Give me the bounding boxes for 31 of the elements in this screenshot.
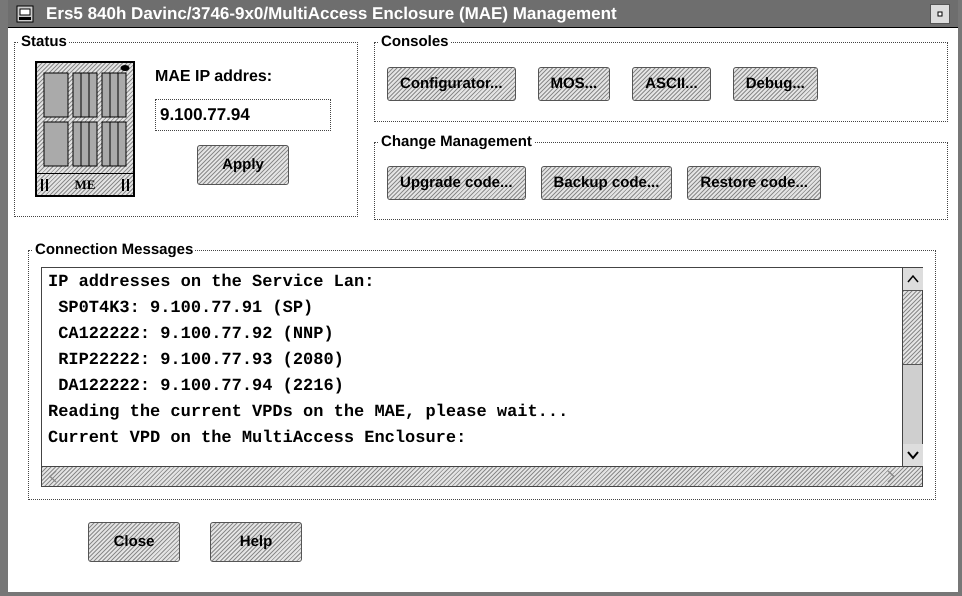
window-title: Ers5 840h Davinc/3746-9x0/MultiAccess Enclosure (MAE) Management — [46, 2, 618, 25]
change-button[interactable]: Upgrade code... — [387, 166, 526, 200]
message-line: Current VPD on the MultiAccess Enclosure: — [48, 428, 468, 450]
vertical-scrollbar[interactable] — [902, 268, 922, 466]
latch-icon — [41, 178, 48, 190]
group-title: Change Management — [379, 132, 534, 152]
message-line: RIP22222: 9.100.77.93 (2080) — [57, 350, 345, 372]
message-line: CA122222: 9.100.77.92 (NNP) — [57, 324, 335, 346]
maximize-icon[interactable] — [930, 4, 950, 24]
message-line: SP0T4K3: 9.100.77.91 (SP) — [57, 298, 314, 320]
ip-field[interactable]: 9.100.77.94 — [155, 99, 331, 131]
latch-icon — [122, 178, 129, 190]
console-button[interactable]: Debug... — [732, 67, 818, 101]
scroll-up-icon[interactable] — [903, 268, 923, 290]
change-button[interactable]: Backup code... — [540, 166, 672, 200]
console-button[interactable]: Configurator... — [387, 67, 516, 101]
system-menu-icon[interactable] — [16, 4, 34, 22]
message-line: IP addresses on the Service Lan: — [48, 272, 376, 294]
ip-label: MAE IP addres: — [155, 67, 272, 87]
device-label: ME — [74, 176, 96, 194]
console-button[interactable]: MOS... — [538, 67, 610, 101]
group-title: Connection Messages — [33, 240, 196, 260]
message-line: Reading the current VPDs on the MAE, please wait... — [48, 402, 570, 424]
message-line: DA122222: 9.100.77.94 (2216) — [57, 376, 345, 398]
horizontal-scrollbar[interactable] — [42, 466, 922, 486]
change-button[interactable]: Restore code... — [687, 166, 821, 200]
console-button[interactable]: ASCII... — [632, 67, 711, 101]
scroll-down-icon[interactable] — [903, 444, 923, 466]
dialog-button[interactable]: Help — [210, 522, 302, 562]
apply-button[interactable]: Apply — [197, 145, 289, 185]
dialog-button[interactable]: Close — [88, 522, 180, 562]
